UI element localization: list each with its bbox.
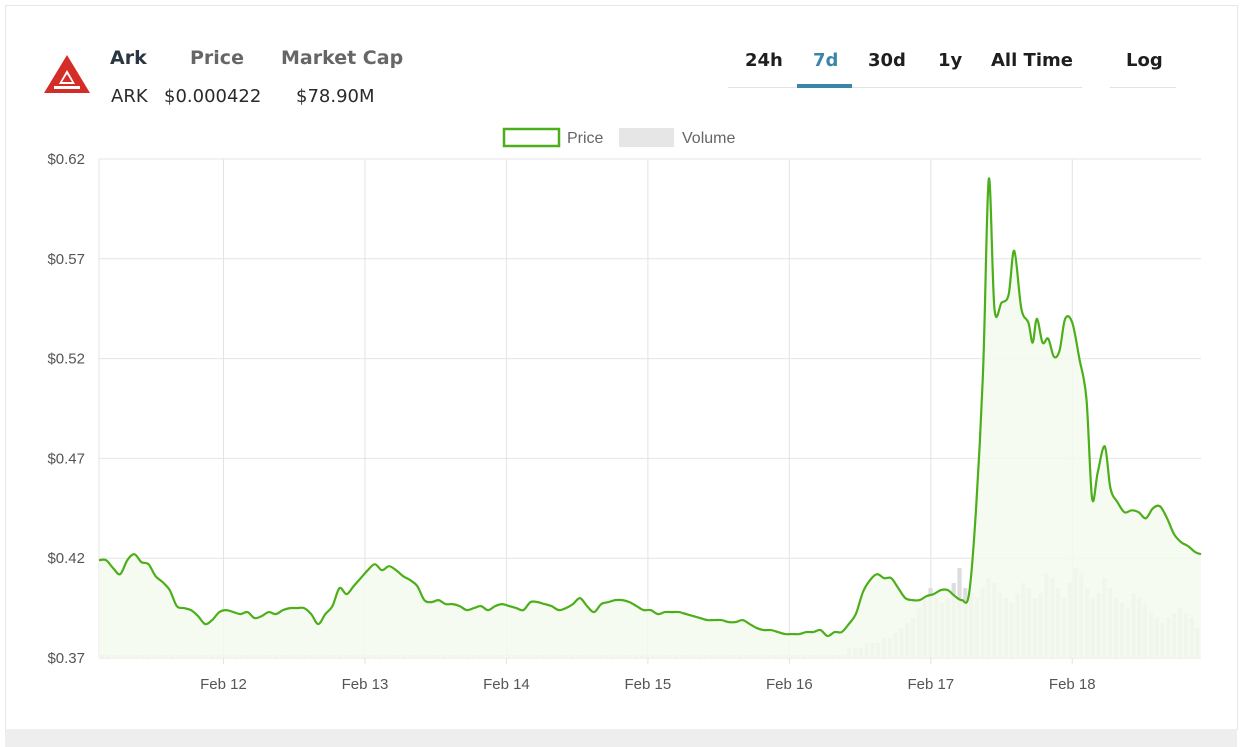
x-tick-label: Feb 17 [907,676,954,693]
tab-all-time[interactable]: All Time [991,50,1073,71]
x-tick-label: Feb 16 [766,676,813,693]
price-chart: $0.62 $0.57 $0.52 $0.47 $0.42 $0.37 Feb 12 Feb … [47,127,1202,693]
x-tick-label: Feb 14 [483,676,530,693]
x-tick-label: Feb 12 [200,676,247,693]
coin-symbol: ARK [111,86,148,107]
log-scale-toggle[interactable]: Log [1126,50,1163,71]
legend-volume-swatch [619,128,674,147]
coin-name: Ark [110,47,147,69]
market-cap-label: Market Cap [281,47,404,69]
x-tick-label: Feb 18 [1049,676,1096,693]
ark-logo-icon [44,55,90,93]
x-tick-label: Feb 15 [625,676,672,693]
legend-price-swatch [502,127,561,148]
tab-1y[interactable]: 1y [938,50,962,71]
tab-7d[interactable]: 7d [813,50,838,71]
y-tick-label: $0.62 [47,151,85,168]
y-tick-label: $0.47 [47,450,85,467]
y-tick-label: $0.57 [47,251,85,268]
legend: Price Volume [502,127,735,148]
y-tick-label: $0.42 [47,550,85,567]
active-tab-indicator [797,84,852,88]
price-value: $0.000422 [164,86,262,107]
legend-volume-label: Volume [682,130,735,147]
y-tick-label: $0.52 [47,351,85,368]
market-cap-value: $78.90M [296,86,375,107]
y-tick-label: $0.37 [47,650,85,667]
footer-bar [5,729,1237,747]
legend-price-label: Price [567,130,604,147]
tab-30d[interactable]: 30d [868,50,906,71]
x-tick-label: Feb 13 [342,676,389,693]
range-tabs-divider [728,87,1082,88]
tab-24h[interactable]: 24h [745,50,783,71]
price-area [99,178,1201,658]
price-label: Price [190,47,244,69]
log-divider [1110,87,1176,88]
